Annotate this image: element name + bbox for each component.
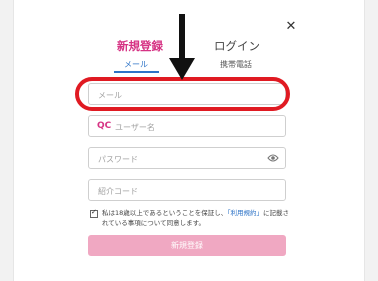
eye-icon[interactable]	[267, 153, 279, 165]
highlight-annotation	[75, 77, 290, 111]
agree-checkbox[interactable]: ✓	[90, 208, 98, 218]
agreement-text: 私は18歳以上であるということを保証し、「利用規約」に記載されている事項について…	[102, 208, 290, 228]
tab-signup[interactable]: 新規登録	[117, 38, 163, 54]
down-arrow-annotation	[169, 14, 195, 80]
signup-submit-button[interactable]: 新規登録	[88, 235, 286, 256]
left-frame	[0, 0, 14, 281]
right-frame	[364, 0, 378, 281]
qc-prefix-label: QC	[97, 121, 112, 131]
tab-login[interactable]: ログイン	[214, 38, 260, 54]
username-placeholder: ユーザー名	[115, 123, 155, 132]
terms-link[interactable]: 「利用規約」	[227, 209, 263, 217]
close-icon[interactable]: ✕	[284, 20, 298, 34]
password-field[interactable]: パスワード	[88, 147, 286, 169]
referral-placeholder: 紹介コード	[98, 187, 138, 196]
subtab-phone[interactable]: 携帯電話	[220, 59, 252, 70]
checkbox-icon: ✓	[91, 208, 97, 216]
subtab-email[interactable]: メール	[124, 59, 148, 70]
password-placeholder: パスワード	[98, 155, 138, 164]
agreement-text-before: 私は18歳以上であるということを保証し、	[102, 209, 228, 217]
username-field[interactable]: QC ユーザー名	[88, 115, 286, 137]
subtab-active-underline	[114, 71, 159, 73]
referral-code-field[interactable]: 紹介コード	[88, 179, 286, 201]
